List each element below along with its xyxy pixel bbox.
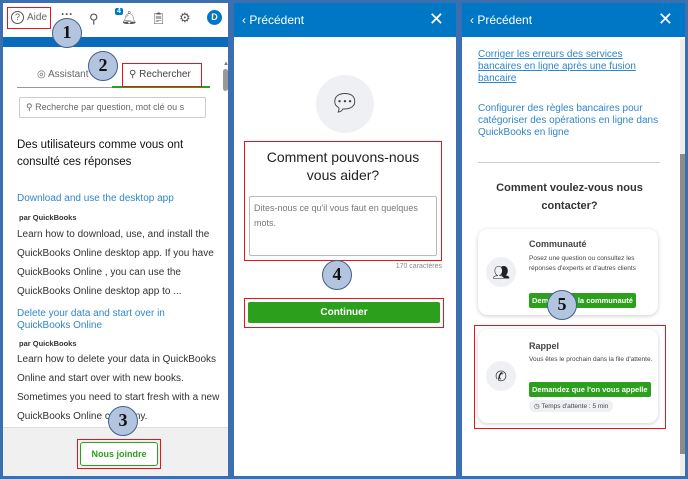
avatar[interactable]: D — [207, 10, 222, 25]
section-heading: Des utilisateurs comme vous ont consulté… — [17, 139, 184, 168]
bell-icon[interactable]: 🔔︎ — [121, 10, 138, 26]
search-icon[interactable]: ⚲ — [89, 11, 99, 27]
article-author: par QuickBooks — [19, 213, 77, 222]
card-text: Posez une question ou consultez les répo… — [529, 255, 636, 272]
scrollbar[interactable] — [680, 39, 685, 476]
close-icon[interactable]: ✕ — [429, 9, 444, 30]
char-count: 170 caractères — [395, 263, 442, 270]
callback-card[interactable]: ✆ Rappel Vous êtes le prochain dans la f… — [478, 329, 658, 423]
article-author: par QuickBooks — [19, 339, 77, 348]
chat-icon: 💬︎ — [316, 75, 374, 133]
continue-highlight: Continuer — [244, 298, 444, 328]
search-input[interactable]: ⚲ Recherche par question, mot clé ou s — [19, 97, 206, 118]
panel-header: ‹ Précédent ✕ — [234, 3, 456, 37]
contact-heading: Comment voulez-vous nous contacter? — [496, 182, 643, 212]
header-stripe — [3, 37, 228, 47]
wait-time: ◷ Temps d'attente : 5 min — [529, 400, 614, 412]
card-title: Communauté — [529, 239, 587, 249]
close-icon[interactable]: ✕ — [658, 9, 673, 30]
phone-icon: ✆ — [486, 361, 516, 391]
article-summary: Learn how to download, use, and install … — [17, 229, 214, 297]
step-badge: 5 — [547, 290, 577, 320]
tab-search[interactable]: ⚲ Rechercher — [122, 63, 202, 87]
request-callback-button[interactable]: Demandez que l'on vous appelle — [529, 382, 651, 397]
back-button[interactable]: ‹ Précédent — [470, 13, 532, 27]
community-icon: 👥︎ — [486, 257, 516, 287]
contact-us-button[interactable]: Nous joindre — [80, 442, 158, 466]
article-link[interactable]: Delete your data and start over in Quick… — [17, 308, 187, 332]
panel-header: ‹ Précédent ✕ — [462, 3, 685, 37]
tasks-icon[interactable]: 📋︎ — [151, 11, 166, 25]
contact-us-highlight: Nous joindre — [77, 439, 161, 469]
card-title: Rappel — [529, 341, 560, 351]
card-text: Vous êtes le prochain dans la file d'att… — [529, 356, 653, 363]
scrollbar[interactable]: ▲ — [223, 61, 228, 421]
step-badge: 2 — [88, 51, 118, 81]
back-button[interactable]: ‹ Précédent — [242, 13, 304, 27]
help-button[interactable]: ? Aide — [7, 7, 51, 29]
continue-button[interactable]: Continuer — [248, 302, 440, 323]
step-badge: 3 — [108, 406, 138, 436]
help-panel-describe: ‹ Précédent ✕ 💬︎ Comment pouvons-nous vo… — [231, 0, 459, 479]
tab-assistant[interactable]: ◎ Assistant — [37, 69, 89, 80]
help-label: Aide — [27, 12, 48, 23]
article-link[interactable]: Corriger les erreurs des services bancai… — [478, 49, 668, 85]
ask-community-button[interactable]: Demandez à la communauté — [529, 293, 636, 308]
description-textarea[interactable]: Dites-nous ce qu'il vous faut en quelque… — [249, 196, 437, 256]
question-highlight: Comment pouvons-nous vous aider? Dites-n… — [244, 141, 442, 261]
article-link[interactable]: Download and use the desktop app — [17, 193, 207, 205]
panel-heading: Comment pouvons-nous vous aider? — [266, 149, 420, 183]
help-icon: ? — [11, 11, 24, 24]
step-badge: 4 — [322, 260, 352, 290]
article-link[interactable]: Configurer des règles bancaires pour cat… — [478, 103, 668, 139]
notification-badge: 4 — [115, 8, 123, 15]
gear-icon[interactable]: ⚙ — [179, 10, 191, 26]
divider — [478, 162, 660, 163]
step-badge: 1 — [52, 18, 82, 48]
help-panel-contact: ‹ Précédent ✕ Corriger les erreurs des s… — [459, 0, 688, 479]
